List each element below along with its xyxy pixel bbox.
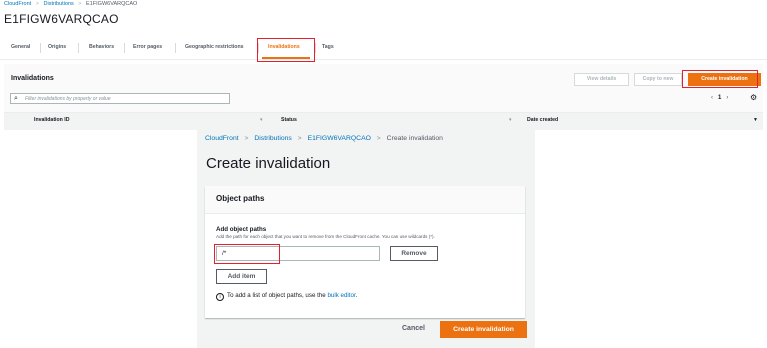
view-details-button[interactable]: View details (574, 73, 629, 86)
column-date-created[interactable]: Date created (527, 117, 558, 123)
invalidations-panel: Invalidations ⌕ Filter invalidations by … (4, 64, 763, 130)
next-page-icon[interactable]: › (726, 95, 728, 101)
info-icon: i (216, 293, 224, 301)
invalidations-title: Invalidations (11, 75, 54, 82)
add-object-paths-description: Add the path for each object that you wa… (216, 234, 435, 239)
breadcrumb-cloudfront[interactable]: CloudFront (205, 135, 239, 142)
breadcrumb-current: Create invalidation (386, 135, 443, 142)
breadcrumb-separator: > (376, 135, 381, 142)
tab-bar: General Origins Behaviors Error pages Ge… (0, 37, 767, 60)
breadcrumb-distributions[interactable]: Distributions (254, 135, 291, 142)
invalidations-header: Invalidations ⌕ Filter invalidations by … (4, 64, 763, 113)
breadcrumb-distributions[interactable]: Distributions (44, 1, 74, 7)
search-icon: ⌕ (14, 95, 18, 102)
column-invalidation-id[interactable]: Invalidation ID (34, 117, 69, 123)
page-title: Create invalidation (206, 155, 331, 172)
cancel-button[interactable]: Cancel (402, 325, 425, 332)
page-number[interactable]: 1 (718, 95, 721, 101)
breadcrumb-separator: > (78, 1, 82, 7)
breadcrumb-current: E1FIGW6VARQCAO (86, 1, 138, 7)
submit-create-invalidation-button[interactable]: Create invalidation (440, 321, 527, 338)
tab-divider (40, 43, 41, 53)
gear-icon[interactable]: ⚙ (750, 93, 757, 102)
add-object-paths-label: Add object paths (216, 226, 267, 233)
hint-text: To add a list of object paths, use the (227, 292, 326, 299)
distribution-page: CloudFront > Distributions > E1FIGW6VARQ… (0, 0, 767, 130)
breadcrumb-distribution-id[interactable]: E1FIGW6VARQCAO (308, 135, 371, 142)
tab-behaviors[interactable]: Behaviors (89, 44, 114, 50)
column-status[interactable]: Status (281, 117, 297, 123)
sort-down-icon[interactable]: ▾ (260, 117, 263, 123)
tab-divider (315, 43, 316, 53)
sort-down-icon[interactable]: ▼ (753, 117, 758, 123)
filter-placeholder: Filter invalidations by property or valu… (25, 96, 111, 102)
breadcrumb-separator: > (244, 135, 249, 142)
tab-divider (175, 43, 176, 53)
tab-geographic-restrictions[interactable]: Geographic restrictions (185, 44, 244, 50)
breadcrumb-separator: > (297, 135, 302, 142)
pagination: ‹ 1 › (711, 95, 728, 101)
sort-down-icon[interactable]: ▾ (509, 117, 512, 123)
tab-divider (78, 43, 79, 53)
copy-to-new-button[interactable]: Copy to new (634, 73, 682, 86)
object-paths-card: Object paths Add object paths Add the pa… (205, 186, 525, 318)
card-title: Object paths (216, 194, 265, 203)
filter-input[interactable]: ⌕ Filter invalidations by property or va… (10, 93, 230, 104)
remove-button[interactable]: Remove (390, 246, 438, 261)
prev-page-icon[interactable]: ‹ (711, 95, 713, 101)
hint-period: . (355, 292, 358, 299)
card-header: Object paths (205, 186, 525, 214)
breadcrumb-cloudfront[interactable]: CloudFront (4, 1, 31, 7)
highlight-invalidations-tab (257, 38, 315, 62)
create-invalidation-page: CloudFront > Distributions > E1FIGW6VARQ… (197, 128, 535, 348)
breadcrumb: CloudFront > Distributions > E1FIGW6VARQ… (205, 135, 447, 142)
tab-general[interactable]: General (11, 44, 30, 50)
highlight-path-input (214, 244, 280, 264)
breadcrumb-separator: > (35, 1, 39, 7)
tab-tags[interactable]: Tags (322, 44, 334, 50)
bulk-editor-hint: i To add a list of object paths, use the … (216, 292, 357, 301)
tab-divider (124, 43, 125, 53)
tab-error-pages[interactable]: Error pages (133, 44, 162, 50)
breadcrumb: CloudFront > Distributions > E1FIGW6VARQ… (4, 1, 140, 7)
page-title: E1FIGW6VARQCAO (4, 12, 119, 26)
add-item-button[interactable]: Add item (216, 269, 267, 284)
bulk-editor-link[interactable]: bulk editor (327, 292, 355, 299)
tab-origins[interactable]: Origins (48, 44, 66, 50)
highlight-create-button (682, 70, 758, 88)
